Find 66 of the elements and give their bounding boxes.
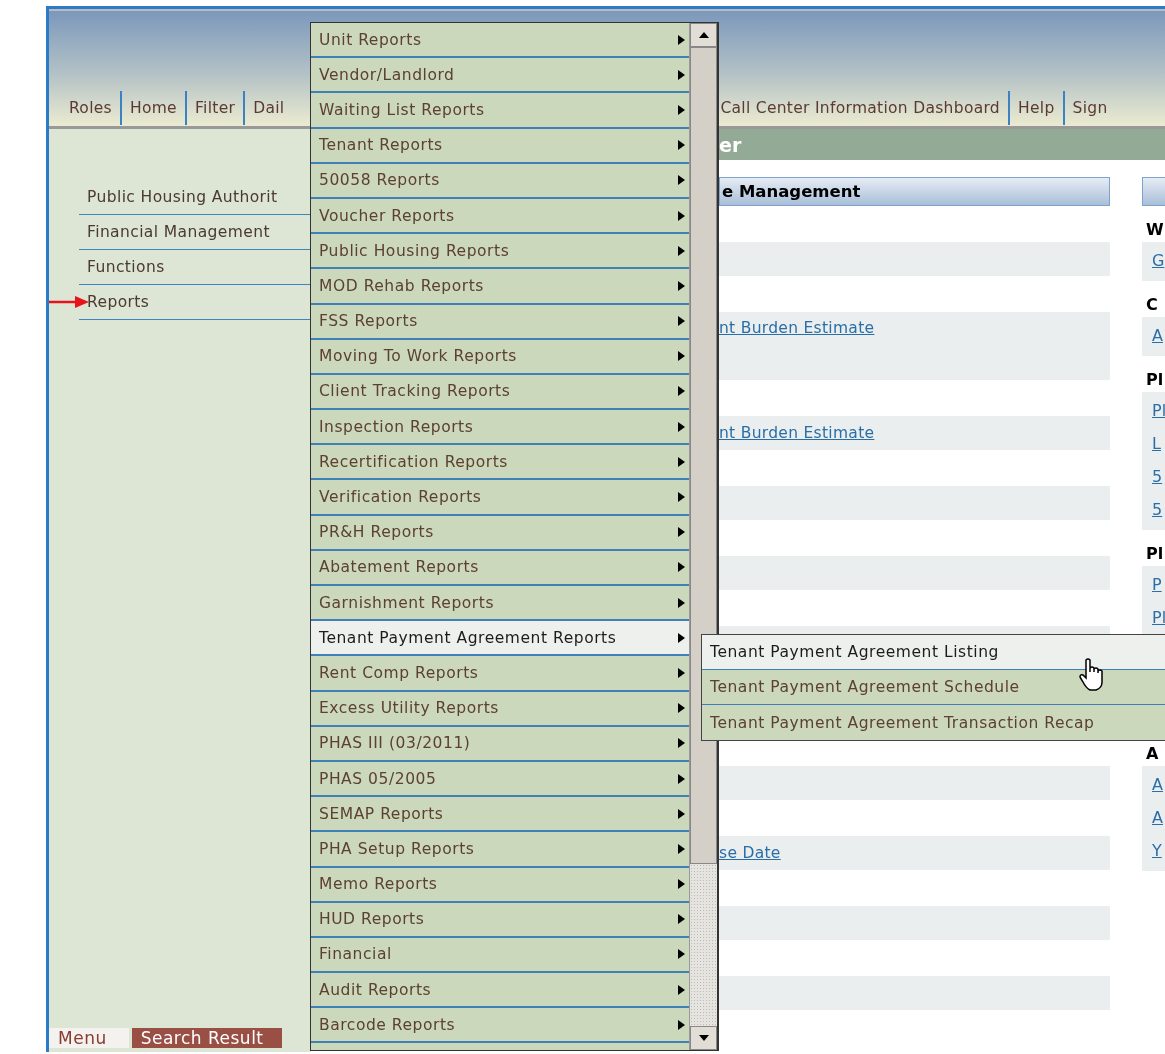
report-link[interactable]: 5 xyxy=(1152,460,1165,493)
down-triangle-icon xyxy=(697,1034,710,1042)
submenu-arrow-icon xyxy=(678,386,686,397)
nav-link[interactable]: Sign xyxy=(1064,91,1116,125)
report-link[interactable]: A xyxy=(1152,801,1165,834)
submenu-arrow-icon xyxy=(678,667,686,678)
section-heading: Pl xyxy=(1145,543,1165,565)
submenu-arrow-icon xyxy=(678,703,686,714)
panel-header xyxy=(1142,177,1165,206)
submenu-arrow-icon xyxy=(678,1019,686,1030)
report-link[interactable]: 5 xyxy=(1152,493,1165,526)
nav-link[interactable]: Home xyxy=(122,91,187,125)
title-text: er xyxy=(719,133,742,156)
section-heading: C xyxy=(1145,294,1159,316)
section-heading: W xyxy=(1145,219,1165,241)
report-link[interactable]: A xyxy=(1152,319,1165,352)
submenu-arrow-icon xyxy=(678,843,686,854)
tab[interactable]: Search Result xyxy=(131,1028,282,1048)
nav-link[interactable]: Roles xyxy=(61,91,122,125)
submenu-arrow-icon xyxy=(678,456,686,467)
report-link[interactable]: nt Burden Estimate xyxy=(719,424,875,442)
submenu-arrow-icon xyxy=(678,175,686,186)
report-link[interactable]: Pl xyxy=(1152,394,1165,427)
submenu-arrow-icon xyxy=(678,140,686,151)
submenu-arrow-icon xyxy=(678,949,686,960)
submenu-arrow-icon xyxy=(678,492,686,503)
section-heading: Pl xyxy=(1145,369,1165,391)
nav-link[interactable]: Filter xyxy=(186,91,246,125)
nav-link[interactable]: Help xyxy=(1010,91,1065,125)
tab[interactable]: Menu xyxy=(49,1028,129,1048)
submenu-arrow-icon xyxy=(678,245,686,256)
submenu-arrow-icon xyxy=(678,808,686,819)
submenu-arrow-icon xyxy=(678,351,686,362)
menu-item[interactable]: Tenant Payment Agreement Reports xyxy=(311,621,690,657)
submenu-arrow-icon xyxy=(678,316,686,327)
report-link[interactable]: L xyxy=(1152,427,1165,460)
submenu-arrow-icon xyxy=(678,879,686,890)
section-heading: A xyxy=(1145,743,1160,765)
report-link[interactable]: se Date xyxy=(719,844,781,862)
submenu-arrow-icon xyxy=(678,632,686,643)
submenu-arrow-icon xyxy=(678,984,686,995)
submenu-arrow-icon xyxy=(678,914,686,925)
report-link[interactable]: G xyxy=(1152,244,1165,277)
scroll-up-button[interactable] xyxy=(690,23,717,47)
nav-link[interactable]: Dail xyxy=(245,91,293,125)
submenu-arrow-icon xyxy=(678,773,686,784)
submenu-arrow-icon xyxy=(678,421,686,432)
submenu-arrow-icon xyxy=(678,562,686,573)
scroll-down-button[interactable] xyxy=(690,1026,717,1050)
report-link[interactable]: P xyxy=(1152,568,1165,601)
report-link[interactable]: A xyxy=(1152,768,1165,801)
report-link[interactable]: Y xyxy=(1152,834,1165,867)
submenu-arrow-icon xyxy=(678,738,686,749)
submenu-arrow-icon xyxy=(678,597,686,608)
submenu-arrow-icon xyxy=(678,34,686,45)
submenu-arrow-icon xyxy=(678,104,686,115)
up-triangle-icon xyxy=(697,31,710,39)
submenu-arrow-icon xyxy=(678,527,686,538)
submenu-arrow-icon xyxy=(678,210,686,221)
submenu-arrow-icon xyxy=(678,280,686,291)
report-link[interactable]: Pl xyxy=(1152,601,1165,634)
menu-item[interactable]: Tenant Payment Agreement Transaction Recap xyxy=(702,705,1165,740)
menu-item[interactable]: Tenant Payment Agreement Listing xyxy=(702,635,1165,670)
submenu-arrow-icon xyxy=(678,69,686,80)
report-link[interactable]: nt Burden Estimate xyxy=(719,319,875,337)
panel-title: e Management xyxy=(722,182,861,201)
